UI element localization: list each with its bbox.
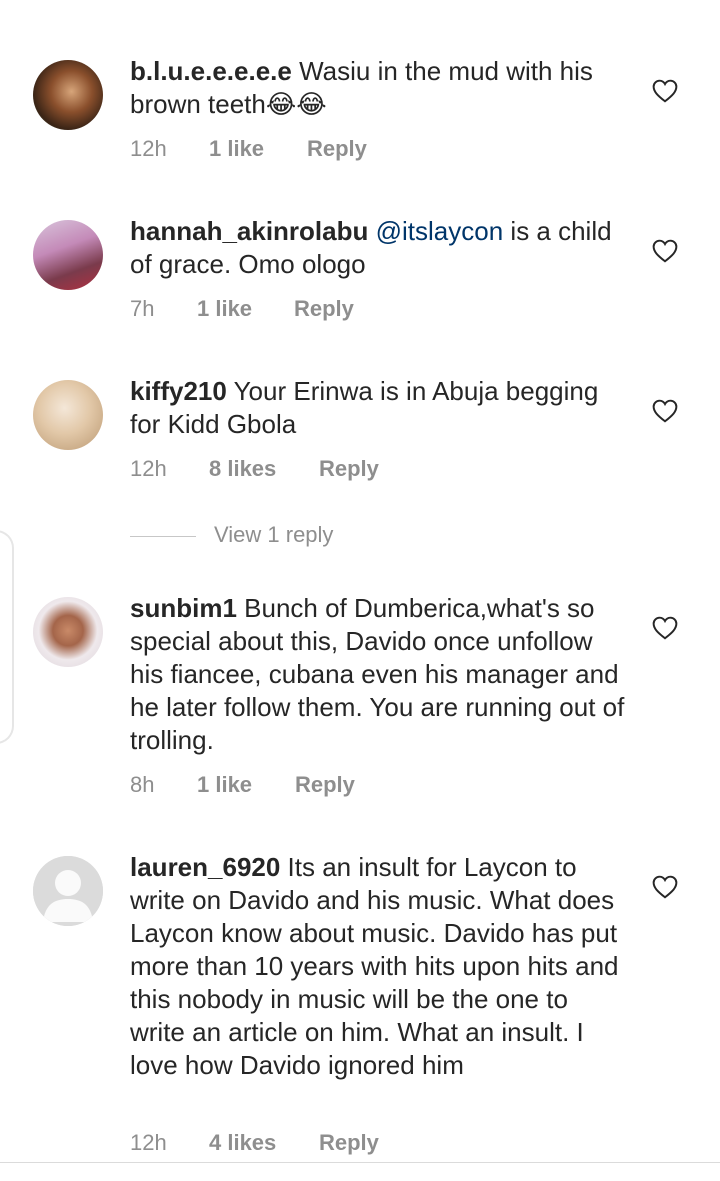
default-avatar-icon	[33, 856, 103, 926]
heart-outline-icon[interactable]	[652, 875, 678, 899]
avatar[interactable]	[33, 380, 103, 450]
comment-likes[interactable]: 1 like	[209, 136, 307, 162]
avatar[interactable]	[33, 597, 103, 667]
view-replies-label: View 1 reply	[214, 522, 334, 547]
comment-username[interactable]: lauren_6920	[130, 852, 280, 882]
comment-time: 8h	[130, 772, 155, 797]
heart-outline-icon[interactable]	[652, 616, 678, 640]
heart-outline-icon[interactable]	[652, 79, 678, 103]
comment-time: 12h	[130, 456, 167, 481]
comment-text: lauren_6920 Its an insult for Laycon to …	[130, 851, 630, 1082]
comment-time: 12h	[130, 136, 167, 161]
comment-username[interactable]: b.l.u.e.e.e.e.e	[130, 56, 292, 86]
avatar[interactable]	[33, 220, 103, 290]
comment-meta: 12h 1 like Reply	[130, 136, 367, 166]
comment-body: Its an insult for Laycon to write on Dav…	[130, 852, 619, 1080]
heart-outline-icon[interactable]	[652, 239, 678, 263]
comment-meta: 7h 1 like Reply	[130, 296, 354, 326]
comment-username[interactable]: kiffy210	[130, 376, 227, 406]
comment-username[interactable]: hannah_akinrolabu	[130, 216, 368, 246]
reply-button[interactable]: Reply	[319, 1130, 379, 1156]
avatar[interactable]	[33, 856, 103, 926]
reply-button[interactable]: Reply	[294, 296, 354, 322]
view-replies-button[interactable]: View 1 reply	[130, 522, 333, 548]
comment-time: 7h	[130, 296, 155, 321]
comment-likes[interactable]: 4 likes	[209, 1130, 319, 1156]
comment-likes[interactable]: 8 likes	[209, 456, 319, 482]
edge-handle[interactable]	[0, 530, 14, 744]
avatar[interactable]	[33, 60, 103, 130]
comment-likes[interactable]: 1 like	[197, 296, 294, 322]
comment-likes[interactable]: 1 like	[197, 772, 295, 798]
mention-link[interactable]: @itslaycon	[376, 216, 504, 246]
comment-time: 12h	[130, 1130, 167, 1155]
comment-meta: 12h 4 likes Reply	[130, 1130, 379, 1160]
comment-meta: 12h 8 likes Reply	[130, 456, 379, 486]
comment-text: kiffy210 Your Erinwa is in Abuja begging…	[130, 375, 630, 441]
bottom-divider	[0, 1162, 720, 1163]
reply-button[interactable]: Reply	[307, 136, 367, 162]
heart-outline-icon[interactable]	[652, 399, 678, 423]
comment-username[interactable]: sunbim1	[130, 593, 237, 623]
comment-text: b.l.u.e.e.e.e.e Wasiu in the mud with hi…	[130, 55, 630, 121]
reply-button[interactable]: Reply	[319, 456, 379, 482]
comment-meta: 8h 1 like Reply	[130, 772, 355, 802]
comment-text: sunbim1 Bunch of Dumberica,what's so spe…	[130, 592, 630, 757]
reply-button[interactable]: Reply	[295, 772, 355, 798]
comment-text: hannah_akinrolabu @itslaycon is a child …	[130, 215, 630, 281]
reply-divider-line	[130, 535, 196, 537]
